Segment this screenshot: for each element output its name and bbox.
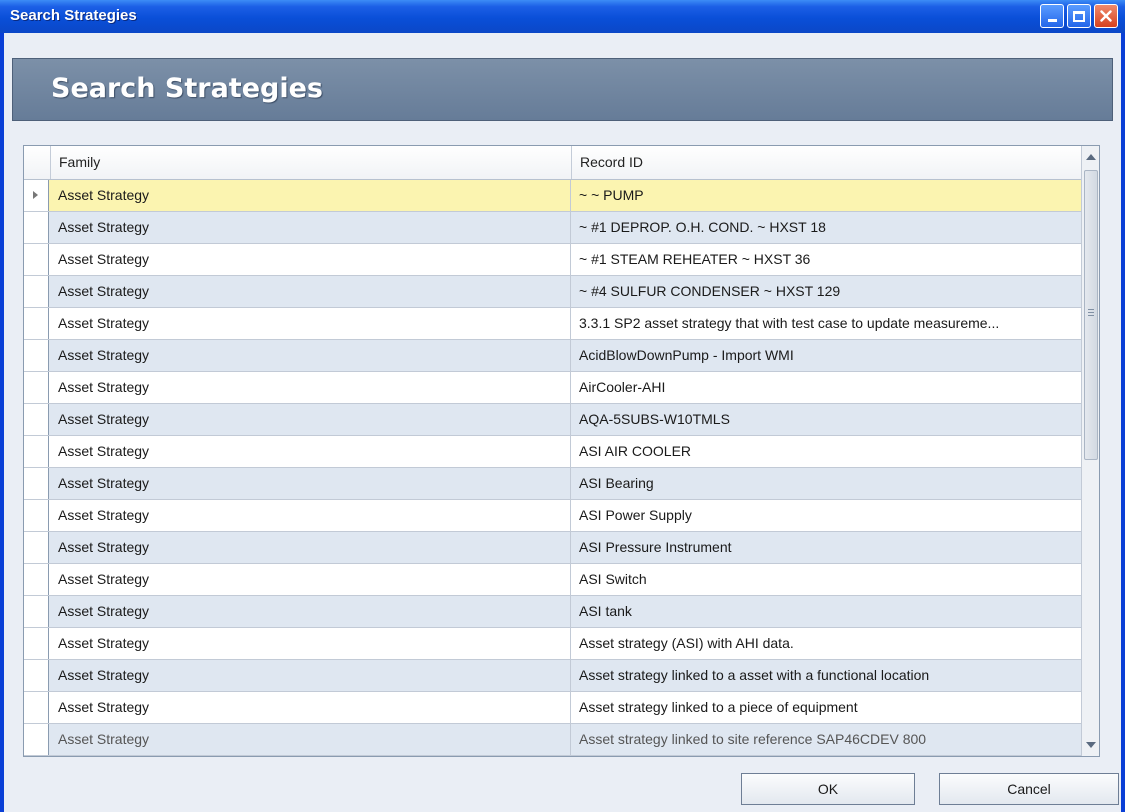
row-selector[interactable] (24, 660, 49, 691)
row-selector[interactable] (24, 692, 49, 723)
row-selector[interactable] (24, 340, 49, 371)
cell-family[interactable]: Asset Strategy (50, 660, 571, 691)
column-header-record-id[interactable]: Record ID (571, 146, 1081, 179)
cell-record-id[interactable]: AQA-5SUBS-W10TMLS (571, 404, 1081, 435)
table-row[interactable]: Asset Strategy ASI Pressure Instrument (24, 532, 1081, 564)
cell-record-id[interactable]: ASI Pressure Instrument (571, 532, 1081, 563)
cell-family[interactable]: Asset Strategy (50, 276, 571, 307)
grip-icon (1088, 309, 1094, 316)
row-pointer-icon (33, 191, 38, 199)
cell-record-id[interactable]: ~ #1 DEPROP. O.H. COND. ~ HXST 18 (571, 212, 1081, 243)
row-selector[interactable] (24, 244, 49, 275)
maximize-button[interactable] (1067, 4, 1091, 28)
row-selector[interactable] (24, 500, 49, 531)
cell-record-id[interactable]: ASI Power Supply (571, 500, 1081, 531)
close-icon (1100, 10, 1112, 22)
table-row[interactable]: Asset Strategy AcidBlowDownPump - Import … (24, 340, 1081, 372)
minimize-button[interactable] (1040, 4, 1064, 28)
row-selector[interactable] (24, 180, 49, 211)
table-row[interactable]: Asset Strategy ~ #1 STEAM REHEATER ~ HXST… (24, 244, 1081, 276)
window-title: Search Strategies (10, 7, 137, 24)
cell-family[interactable]: Asset Strategy (50, 596, 571, 627)
table-row[interactable]: Asset Strategy Asset strategy linked to a… (24, 692, 1081, 724)
cell-family[interactable]: Asset Strategy (50, 404, 571, 435)
table-row[interactable]: Asset Strategy ASI Power Supply (24, 500, 1081, 532)
dialog-client-area: Search Strategies Family Record ID Asset… (4, 33, 1121, 812)
scrollbar-thumb[interactable] (1084, 170, 1098, 460)
cell-record-id[interactable]: ASI Switch (571, 564, 1081, 595)
cell-record-id[interactable]: AcidBlowDownPump - Import WMI (571, 340, 1081, 371)
table-row[interactable]: Asset Strategy 3.3.1 SP2 asset strategy t… (24, 308, 1081, 340)
cell-record-id[interactable]: ASI Bearing (571, 468, 1081, 499)
table-row[interactable]: Asset Strategy AQA-5SUBS-W10TMLS (24, 404, 1081, 436)
row-selector[interactable] (24, 372, 49, 403)
grid-header: Family Record ID (24, 146, 1081, 180)
row-selector[interactable] (24, 436, 49, 467)
cell-family[interactable]: Asset Strategy (50, 244, 571, 275)
cell-record-id[interactable]: ASI tank (571, 596, 1081, 627)
title-bar[interactable]: Search Strategies (0, 0, 1125, 33)
cell-record-id[interactable]: Asset strategy linked to site reference … (571, 724, 1081, 755)
results-grid: Family Record ID Asset Strategy ~ ~ PUMP A… (23, 145, 1100, 757)
table-row[interactable]: Asset Strategy Asset strategy linked to s… (24, 724, 1081, 756)
vertical-scrollbar[interactable] (1081, 146, 1099, 756)
minimize-icon (1047, 19, 1057, 22)
dialog-window: Search Strategies Search Strategies Fami… (0, 0, 1125, 812)
cell-family[interactable]: Asset Strategy (50, 532, 571, 563)
cell-record-id[interactable]: ~ #4 SULFUR CONDENSER ~ HXST 129 (571, 276, 1081, 307)
cell-record-id[interactable]: Asset strategy (ASI) with AHI data. (571, 628, 1081, 659)
table-row[interactable]: Asset Strategy Asset strategy linked to a… (24, 660, 1081, 692)
cell-record-id[interactable]: Asset strategy linked to a asset with a … (571, 660, 1081, 691)
close-button[interactable] (1094, 4, 1118, 28)
cell-family[interactable]: Asset Strategy (50, 436, 571, 467)
table-row[interactable]: Asset Strategy ASI tank (24, 596, 1081, 628)
grid-rows: Asset Strategy ~ ~ PUMP Asset Strategy ~ #1… (24, 180, 1081, 756)
table-row[interactable]: Asset Strategy ASI Switch (24, 564, 1081, 596)
table-row[interactable]: Asset Strategy ASI Bearing (24, 468, 1081, 500)
row-selector[interactable] (24, 276, 49, 307)
cell-family[interactable]: Asset Strategy (50, 692, 571, 723)
row-selector[interactable] (24, 564, 49, 595)
ok-button[interactable]: OK (741, 773, 915, 805)
cell-record-id[interactable]: ~ ~ PUMP (571, 180, 1081, 211)
row-selector[interactable] (24, 532, 49, 563)
page-title: Search Strategies (51, 73, 323, 104)
row-selector[interactable] (24, 628, 49, 659)
scroll-up-button[interactable] (1083, 148, 1099, 166)
table-row[interactable]: Asset Strategy AirCooler-AHI (24, 372, 1081, 404)
table-row[interactable]: Asset Strategy ~ #1 DEPROP. O.H. COND. ~ … (24, 212, 1081, 244)
arrow-down-icon (1086, 742, 1096, 748)
cell-record-id[interactable]: ASI AIR COOLER (571, 436, 1081, 467)
table-row[interactable]: Asset Strategy ~ ~ PUMP (24, 180, 1081, 212)
cancel-button[interactable]: Cancel (939, 773, 1119, 805)
cell-family[interactable]: Asset Strategy (50, 628, 571, 659)
cell-record-id[interactable]: 3.3.1 SP2 asset strategy that with test … (571, 308, 1081, 339)
cell-family[interactable]: Asset Strategy (50, 500, 571, 531)
row-selector[interactable] (24, 404, 49, 435)
cell-family[interactable]: Asset Strategy (50, 468, 571, 499)
maximize-icon (1073, 10, 1085, 22)
column-header-family[interactable]: Family (50, 146, 571, 179)
row-selector[interactable] (24, 724, 49, 755)
cell-record-id[interactable]: ~ #1 STEAM REHEATER ~ HXST 36 (571, 244, 1081, 275)
row-selector[interactable] (24, 308, 49, 339)
row-selector[interactable] (24, 468, 49, 499)
table-row[interactable]: Asset Strategy ASI AIR COOLER (24, 436, 1081, 468)
cell-record-id[interactable]: Asset strategy linked to a piece of equi… (571, 692, 1081, 723)
cell-family[interactable]: Asset Strategy (50, 308, 571, 339)
table-row[interactable]: Asset Strategy Asset strategy (ASI) with … (24, 628, 1081, 660)
header-banner: Search Strategies (12, 58, 1113, 121)
cell-family[interactable]: Asset Strategy (50, 372, 571, 403)
row-selector[interactable] (24, 212, 49, 243)
cell-family[interactable]: Asset Strategy (50, 180, 571, 211)
cell-record-id[interactable]: AirCooler-AHI (571, 372, 1081, 403)
scroll-down-button[interactable] (1083, 736, 1099, 754)
row-selector[interactable] (24, 596, 49, 627)
cell-family[interactable]: Asset Strategy (50, 564, 571, 595)
arrow-up-icon (1086, 154, 1096, 160)
cell-family[interactable]: Asset Strategy (50, 340, 571, 371)
cell-family[interactable]: Asset Strategy (50, 212, 571, 243)
cell-family[interactable]: Asset Strategy (50, 724, 571, 755)
table-row[interactable]: Asset Strategy ~ #4 SULFUR CONDENSER ~ HX… (24, 276, 1081, 308)
